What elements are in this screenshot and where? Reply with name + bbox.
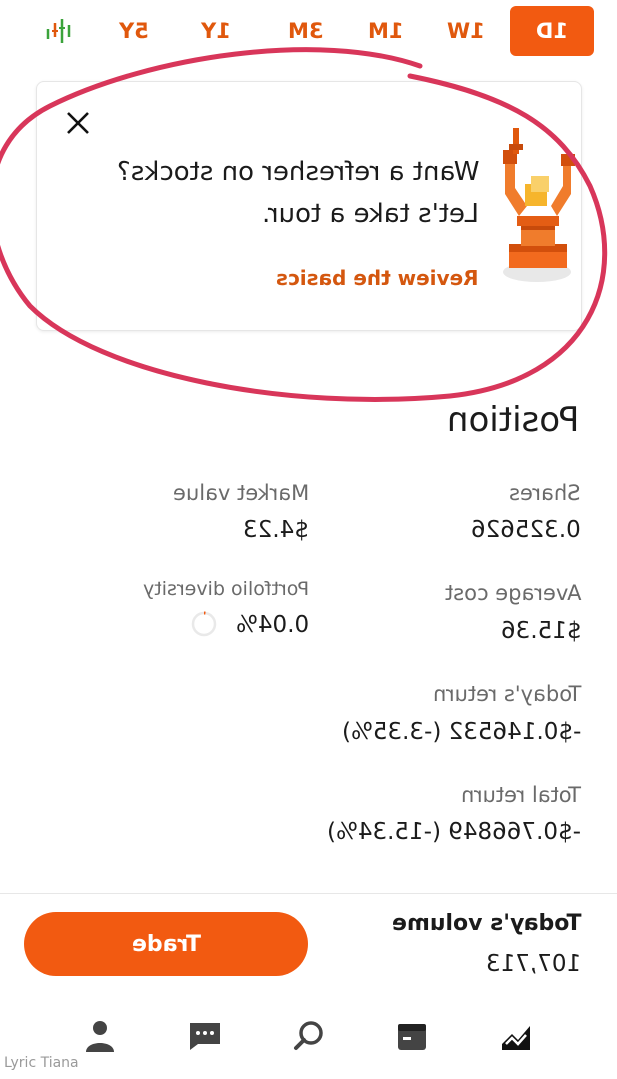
total-return-value: -$0.766849 (-15.34%) [327, 819, 581, 845]
todays-return-value-text: -$0.146532 (-3.35%) [341, 719, 581, 745]
portfolio-diversity-value-text: 0.04% [235, 612, 309, 638]
portfolio-diversity-label-text: Portfolio diversity [142, 578, 309, 600]
total-return-value-text: -$0.766849 (-15.34%) [327, 819, 581, 845]
market-value-label-text: Market value [172, 481, 309, 505]
shares-label: Shares [509, 481, 581, 505]
market-value-value: $4.23 [243, 517, 309, 543]
card-line-2: Let's take a tour. [261, 199, 479, 229]
candlestick-icon[interactable] [40, 6, 80, 56]
account-icon[interactable] [80, 1016, 120, 1056]
watermark: Lyric Tiana [4, 1055, 79, 1071]
browse-icon[interactable] [392, 1016, 432, 1056]
total-return-label-text: Total return [461, 783, 581, 807]
tab-1m-label: 1M [368, 19, 404, 43]
tab-5y-label: 5Y [119, 19, 149, 43]
investing-icon[interactable] [496, 1016, 536, 1056]
learn-basics-card: Want a refresher on stocks? Let's take a… [36, 81, 582, 331]
todays-volume-label-text: Today's volume [391, 911, 581, 936]
shares-value: 0.325626 [471, 517, 581, 543]
position-title: Position [447, 400, 579, 440]
tab-1y-label: 1Y [201, 19, 231, 43]
tab-1d-label: 1D [535, 19, 569, 43]
market-value-value-text: $4.23 [243, 517, 309, 543]
average-cost-value: $15.36 [501, 618, 581, 644]
position-title-text: Position [446, 400, 579, 440]
average-cost-value-text: $15.36 [500, 618, 581, 644]
todays-volume-label: Today's volume [392, 911, 581, 936]
trade-button[interactable]: Trade [24, 912, 308, 976]
shares-label-text: Shares [509, 481, 581, 505]
tab-1d[interactable]: 1D [510, 6, 594, 56]
market-value-label: Market value [173, 481, 309, 505]
todays-return-label: Today's return [433, 682, 581, 706]
average-cost-label: Average cost [445, 581, 581, 605]
card-text: Want a refresher on stocks? Let's take a… [79, 155, 479, 231]
range-selector: 1D 1W 1M 3M 1Y 5Y [0, 0, 617, 62]
portfolio-diversity-value: 0.04% [236, 612, 309, 638]
messages-icon[interactable] [185, 1016, 225, 1056]
tab-5y[interactable]: 5Y [100, 6, 168, 56]
search-icon[interactable] [289, 1016, 329, 1056]
tab-3m[interactable]: 3M [272, 6, 340, 56]
total-return-label: Total return [461, 783, 581, 807]
card-line-1: Want a refresher on stocks? [116, 157, 479, 187]
divider [0, 893, 617, 894]
todays-return-value: -$0.146532 (-3.35%) [342, 719, 581, 745]
robot-arm-illustration [495, 124, 583, 284]
tab-1w-label: 1W [447, 19, 485, 43]
tab-1m[interactable]: 1M [352, 6, 420, 56]
tab-1w[interactable]: 1W [432, 6, 500, 56]
shares-value-text: 0.325626 [471, 517, 581, 543]
todays-volume-value-text: 107,713 [485, 951, 581, 977]
todays-return-label-text: Today's return [432, 682, 581, 706]
trade-button-label: Trade [131, 931, 201, 957]
tab-1y[interactable]: 1Y [182, 6, 250, 56]
todays-volume-value: 107,713 [486, 951, 581, 977]
diversity-donut-icon [191, 611, 217, 637]
average-cost-label-text: Average cost [444, 581, 581, 605]
review-basics-link[interactable]: Review the basics [276, 266, 479, 290]
portfolio-diversity-label: Portfolio diversity [143, 578, 309, 600]
close-icon[interactable] [63, 108, 93, 138]
tab-3m-label: 3M [288, 19, 324, 43]
review-basics-label: Review the basics [276, 266, 479, 290]
